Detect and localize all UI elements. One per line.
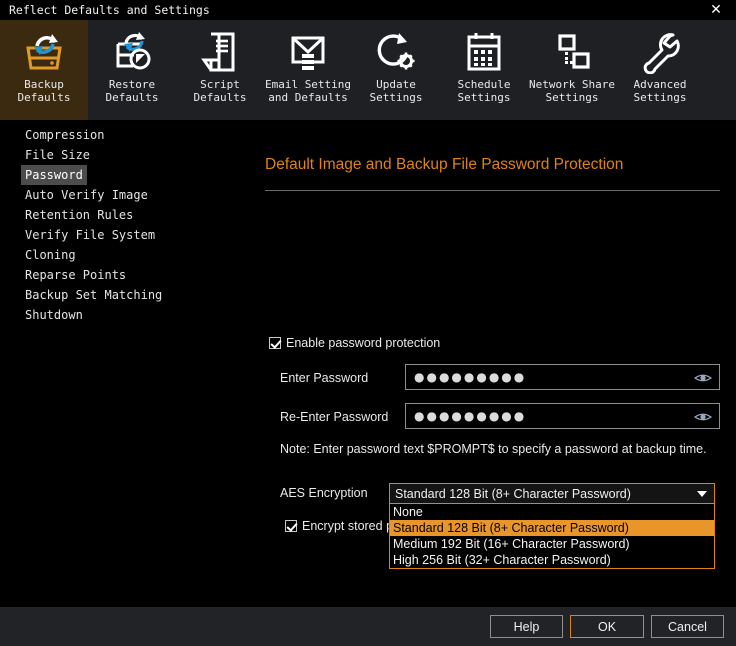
settings-panel: Default Image and Backup File Password P… — [250, 120, 736, 607]
show-password-icon[interactable] — [693, 371, 713, 383]
toolbar-item-email-settings[interactable]: Email Setting and Defaults — [264, 20, 352, 120]
sidebar-item-auto-verify-image[interactable]: Auto Verify Image — [21, 185, 152, 205]
sidebar-item-file-size[interactable]: File Size — [21, 145, 94, 165]
toolbar-item-label: Advanced Settings — [633, 78, 687, 104]
toolbar-item-label: Backup Defaults — [17, 78, 71, 104]
page-title: Default Image and Backup File Password P… — [265, 156, 624, 173]
toolbar-item-backup-defaults[interactable]: Backup Defaults — [0, 20, 88, 120]
restore-defaults-icon — [109, 28, 155, 76]
aes-option-standard-128[interactable]: Standard 128 Bit (8+ Character Password) — [390, 520, 714, 536]
toolbar-item-advanced-settings[interactable]: Advanced Settings — [616, 20, 704, 120]
reenter-password-value: ●●●●●●●●● — [414, 409, 527, 423]
title-divider — [265, 190, 720, 191]
network-share-icon — [549, 28, 595, 76]
enable-password-protection-checkbox[interactable]: Enable password protection — [269, 336, 440, 350]
toolbar-item-label: Update Settings — [369, 78, 423, 104]
close-icon[interactable]: ✕ — [696, 0, 736, 20]
toolbar-item-label: Schedule Settings — [457, 78, 511, 104]
aes-option-none[interactable]: None — [390, 504, 714, 520]
enter-password-label: Enter Password — [280, 371, 369, 385]
toolbar-item-label: Email Setting and Defaults — [264, 78, 352, 104]
password-prompt-note: Note: Enter password text $PROMPT$ to sp… — [280, 442, 707, 456]
toolbar-item-network-share-settings[interactable]: Network Share Settings — [528, 20, 616, 120]
advanced-settings-icon — [637, 28, 683, 76]
checkbox-box — [269, 337, 281, 349]
aes-encryption-select[interactable]: Standard 128 Bit (8+ Character Password) — [389, 483, 715, 504]
reenter-password-input[interactable]: ●●●●●●●●● — [405, 403, 720, 429]
toolbar-item-update-settings[interactable]: Update Settings — [352, 20, 440, 120]
window-titlebar: Reflect Defaults and Settings ✕ — [0, 0, 736, 20]
enter-password-value: ●●●●●●●●● — [414, 370, 527, 384]
ok-button[interactable]: OK — [570, 615, 644, 638]
email-settings-icon — [285, 28, 331, 76]
sidebar-item-retention-rules[interactable]: Retention Rules — [21, 205, 137, 225]
backup-defaults-icon — [21, 28, 67, 76]
toolbar-item-label: Script Defaults — [193, 78, 247, 104]
toolbar-item-script-defaults[interactable]: Script Defaults — [176, 20, 264, 120]
script-defaults-icon — [197, 28, 243, 76]
sidebar-item-shutdown[interactable]: Shutdown — [21, 305, 87, 325]
checkbox-label: Enable password protection — [286, 336, 441, 350]
toolbar-item-label: Restore Defaults — [105, 78, 159, 104]
aes-encryption-selected-value: Standard 128 Bit (8+ Character Password) — [395, 486, 631, 501]
toolbar-item-label: Network Share Settings — [528, 78, 616, 104]
toolbar: Backup Defaults Restore Defaults Script … — [0, 20, 736, 120]
sidebar-item-cloning[interactable]: Cloning — [21, 245, 80, 265]
aes-option-medium-192[interactable]: Medium 192 Bit (16+ Character Password) — [390, 536, 714, 552]
enter-password-input[interactable]: ●●●●●●●●● — [405, 364, 720, 390]
sidebar-item-password[interactable]: Password — [21, 165, 87, 185]
chevron-down-icon — [697, 490, 707, 497]
sidebar-item-reparse-points[interactable]: Reparse Points — [21, 265, 130, 285]
update-settings-icon — [373, 28, 419, 76]
window-title: Reflect Defaults and Settings — [9, 3, 210, 17]
aes-encryption-label: AES Encryption — [280, 486, 368, 500]
content-area: Compression File Size Password Auto Veri… — [0, 120, 736, 607]
sidebar-item-backup-set-matching[interactable]: Backup Set Matching — [21, 285, 166, 305]
cancel-button[interactable]: Cancel — [651, 615, 724, 638]
reenter-password-label: Re-Enter Password — [280, 410, 389, 424]
aes-option-high-256[interactable]: High 256 Bit (32+ Character Password) — [390, 552, 714, 568]
help-button[interactable]: Help — [490, 615, 563, 638]
checkbox-box — [285, 520, 297, 532]
schedule-settings-icon — [461, 28, 507, 76]
show-password-icon[interactable] — [693, 410, 713, 422]
dialog-footer: Help OK Cancel — [0, 607, 736, 646]
toolbar-item-schedule-settings[interactable]: Schedule Settings — [440, 20, 528, 120]
sidebar-item-verify-file-system[interactable]: Verify File System — [21, 225, 159, 245]
toolbar-item-restore-defaults[interactable]: Restore Defaults — [88, 20, 176, 120]
sidebar-item-compression[interactable]: Compression — [21, 125, 108, 145]
aes-encryption-option-list: None Standard 128 Bit (8+ Character Pass… — [389, 504, 715, 569]
settings-sidebar: Compression File Size Password Auto Veri… — [0, 120, 250, 607]
